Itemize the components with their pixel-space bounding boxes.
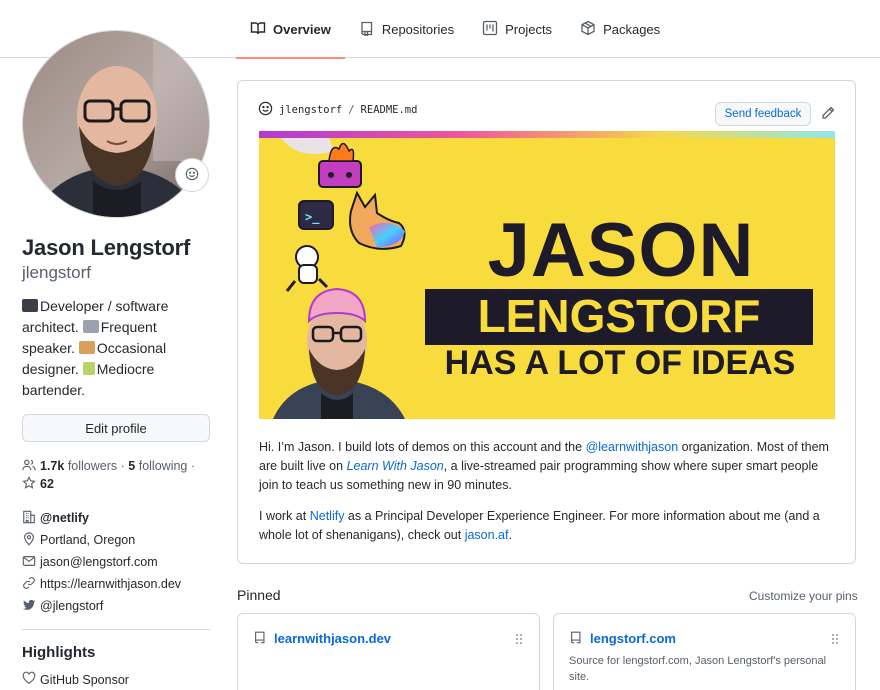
highlights-heading: Highlights — [22, 644, 96, 661]
text-run: I work at — [259, 509, 310, 523]
detail-organization: @netlify — [22, 507, 212, 529]
profile-bio: Developer / software architect. Frequent… — [22, 296, 212, 401]
pinned-repo-name: learnwithjason.dev — [274, 631, 392, 646]
following-link[interactable]: 5 following — [128, 459, 187, 473]
readme-paragraph: Hi. I’m Jason. I build lots of demos on … — [259, 438, 835, 495]
pinned-repo-description: Source for lengstorf.com, Jason Lengstor… — [569, 655, 827, 683]
repo-icon — [569, 630, 583, 647]
profile-username: jlengstorf — [22, 263, 91, 282]
highlight-sponsor: GitHub Sponsor — [22, 671, 212, 688]
tab-overview[interactable]: Overview — [236, 0, 345, 59]
followers-link[interactable]: 1.7k followers — [22, 459, 117, 473]
banner-title-line2: LENGSTORF — [478, 290, 761, 342]
location-text: Portland, Oregon — [40, 533, 136, 547]
loudspeaker-emoji-icon — [82, 320, 99, 333]
smiley-icon — [258, 101, 273, 119]
path-separator: / — [348, 104, 355, 116]
pinned-repo-card: lengstorf.com Source for lengstorf.com, … — [553, 613, 856, 690]
palette-emoji-icon — [78, 341, 95, 354]
drag-handle-icon[interactable] — [515, 632, 523, 644]
banner-title-line3: HAS A LOT OF IDEAS — [445, 344, 796, 382]
pinned-repo-link[interactable]: learnwithjason.dev — [253, 630, 391, 647]
profile-fullname: Jason Lengstorf — [22, 235, 191, 260]
text-run: Hi. I’m Jason. I build lots of demos on … — [259, 440, 586, 454]
bullet-separator: · — [120, 459, 125, 473]
learnwithjason-org-link[interactable]: @learnwithjason — [586, 440, 679, 454]
organization-icon — [22, 507, 40, 529]
org-link[interactable]: @netlify — [40, 507, 89, 529]
readme-file-link[interactable]: README.md — [361, 104, 418, 116]
learn-with-jason-link[interactable]: Learn With Jason — [347, 459, 444, 473]
tab-label: Overview — [273, 21, 331, 37]
pinned-repo-link[interactable]: lengstorf.com — [569, 630, 676, 647]
stars-count: 62 — [40, 477, 54, 491]
sidebar-divider — [22, 629, 210, 630]
people-icon — [22, 459, 40, 473]
detail-location: Portland, Oregon — [22, 529, 212, 551]
profile-tabs: Overview Repositories Projects Packages — [236, 0, 674, 59]
link-text: Learn With Jason — [346, 459, 444, 473]
detail-twitter: @jlengstorf — [22, 595, 212, 617]
tab-label: Packages — [603, 21, 661, 37]
tab-projects[interactable]: Projects — [468, 0, 566, 58]
website-link[interactable]: https://learnwithjason.dev — [40, 573, 181, 595]
twitter-link[interactable]: @jlengstorf — [40, 595, 103, 617]
readme-body: Hi. I’m Jason. I build lots of demos on … — [259, 438, 835, 557]
project-icon — [482, 20, 498, 39]
terminal-prompt: >_ — [305, 210, 320, 225]
customize-pins-link[interactable]: Customize your pins — [749, 589, 858, 603]
netlify-link[interactable]: Netlify — [310, 509, 345, 523]
pencil-icon[interactable] — [820, 105, 836, 121]
laptop-emoji-icon — [22, 299, 38, 312]
twitter-icon — [22, 595, 40, 617]
package-icon — [580, 20, 596, 39]
profile-sidebar: Jason Lengstorf jlengstorf Developer / s… — [22, 30, 212, 688]
stars-link[interactable]: 62 — [22, 475, 54, 491]
email-link[interactable]: jason@lengstorf.com — [40, 551, 158, 573]
readme-paragraph: I work at Netlify as a Principal Develop… — [259, 507, 835, 545]
readme-banner-image: >_ JASON LENGSTORF HAS A LOT OF IDEAS — [259, 131, 835, 419]
follow-stats: 1.7k followers · 5 following · 62 — [22, 457, 212, 493]
profile-readme-card: jlengstorf / README.md Send feedback >_ … — [237, 80, 856, 564]
tab-repositories[interactable]: Repositories — [345, 0, 468, 58]
banner-title-line1: JASON — [488, 208, 755, 293]
profile-details: @netlify Portland, Oregon jason@lengstor… — [22, 507, 212, 617]
following-label: following — [138, 459, 188, 473]
readme-owner-link[interactable]: jlengstorf — [279, 104, 342, 116]
followers-label: followers — [67, 459, 118, 473]
bullet-separator: · — [190, 459, 196, 473]
book-icon — [250, 20, 266, 39]
star-icon — [22, 475, 40, 491]
send-feedback-button[interactable]: Send feedback — [715, 102, 811, 126]
pinned-repo-card: learnwithjason.dev — [237, 613, 540, 690]
repo-icon — [359, 20, 375, 39]
cocktail-emoji-icon — [82, 362, 95, 375]
avatar-container — [22, 30, 210, 218]
avatar[interactable] — [22, 30, 210, 218]
tab-label: Projects — [505, 21, 553, 37]
edit-profile-button[interactable]: Edit profile — [22, 414, 210, 442]
smiley-icon — [185, 167, 199, 184]
drag-handle-icon[interactable] — [831, 632, 839, 644]
following-count: 5 — [128, 459, 136, 473]
followers-count: 1.7k — [40, 459, 65, 473]
repo-icon — [253, 630, 267, 647]
mail-icon — [22, 551, 40, 573]
pinned-heading: Pinned — [237, 587, 281, 603]
text-run: as a Principal Developer Experience Engi… — [259, 509, 820, 542]
tab-packages[interactable]: Packages — [566, 0, 674, 58]
jason-af-link[interactable]: jason.af — [465, 528, 509, 542]
link-icon — [22, 573, 40, 595]
heart-icon — [22, 671, 40, 688]
text-run: . — [508, 528, 512, 542]
detail-email: jason@lengstorf.com — [22, 551, 212, 573]
highlight-label: GitHub Sponsor — [40, 672, 129, 687]
set-status-button[interactable] — [175, 158, 209, 192]
detail-website: https://learnwithjason.dev — [22, 573, 212, 595]
tab-label: Repositories — [381, 21, 455, 37]
readme-header: jlengstorf / README.md — [258, 101, 417, 119]
location-icon — [22, 529, 40, 551]
pinned-repo-name: lengstorf.com — [590, 631, 676, 646]
